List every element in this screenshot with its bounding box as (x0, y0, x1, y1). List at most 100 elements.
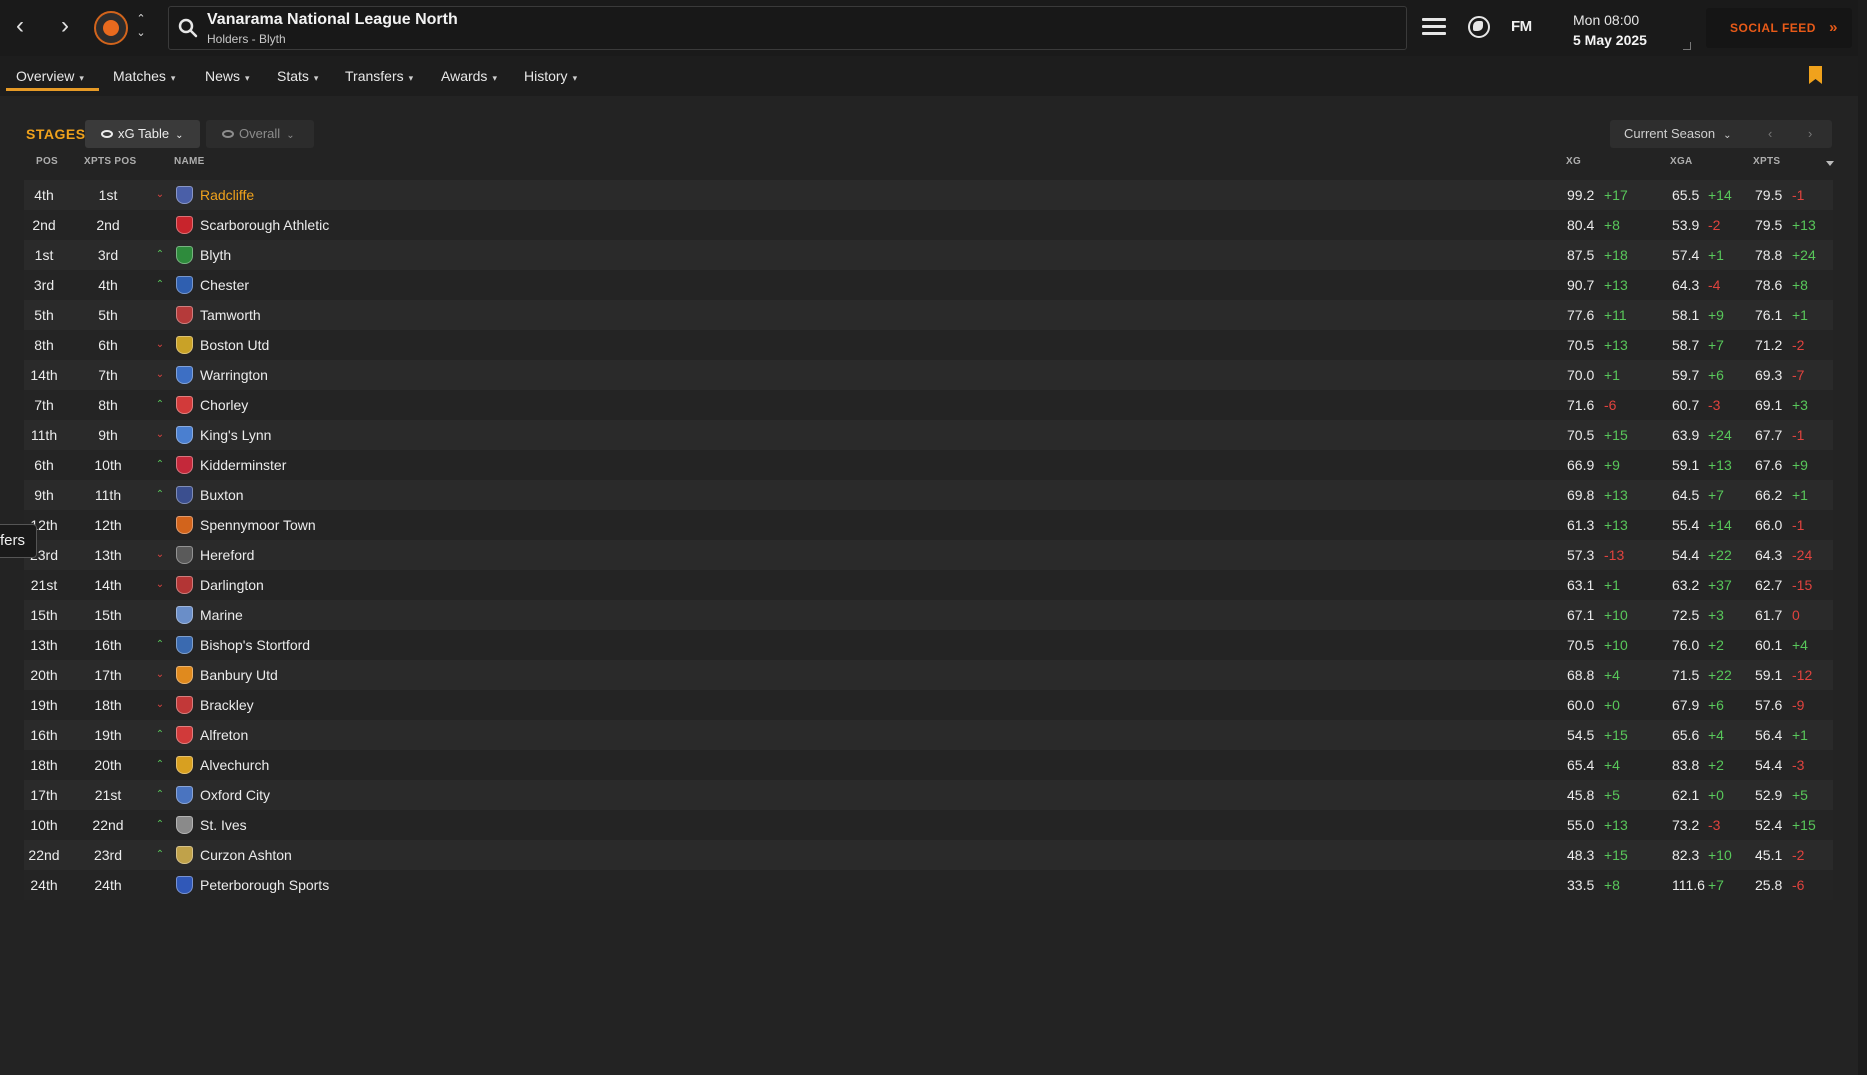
overall-dropdown[interactable]: Overall ⌄ (206, 120, 314, 148)
club-name-link[interactable]: St. Ives (200, 810, 247, 840)
tab-transfers[interactable]: Transfers ▾ (345, 68, 413, 84)
club-badge-icon[interactable] (176, 366, 193, 384)
club-badge-icon[interactable] (176, 276, 193, 294)
table-row[interactable]: 24th 24th Peterborough Sports 33.5 +8 111.6 +7… (24, 870, 1833, 900)
globe-icon[interactable] (1468, 16, 1490, 38)
column-header-xg[interactable]: XG (1566, 156, 1581, 167)
table-row[interactable]: 5th 5th Tamworth 77.6 +11 58.1 +9 76.1 +1 (24, 300, 1833, 330)
tab-awards[interactable]: Awards ▾ (441, 68, 497, 84)
club-badge-icon[interactable] (176, 786, 193, 804)
table-row[interactable]: 19th 18th ⌄ Brackley 60.0 +0 67.9 +6 57.6 -9 (24, 690, 1833, 720)
table-row[interactable]: 17th 21st ⌃ Oxford City 45.8 +5 62.1 +0 52.9 +5 (24, 780, 1833, 810)
table-row[interactable]: 10th 22nd ⌃ St. Ives 55.0 +13 73.2 -3 52.4 +15 (24, 810, 1833, 840)
club-name-link[interactable]: Curzon Ashton (200, 840, 292, 870)
table-row[interactable]: 2nd 2nd Scarborough Athletic 80.4 +8 53.9 -2 79… (24, 210, 1833, 240)
sort-caret-icon[interactable] (1826, 161, 1834, 166)
club-badge-icon[interactable] (176, 516, 193, 534)
club-badge-icon[interactable] (176, 546, 193, 564)
column-header-xpts-pos[interactable]: XPTS POS (84, 156, 136, 167)
tab-news[interactable]: News ▾ (205, 68, 250, 84)
club-badge-icon[interactable] (176, 876, 193, 894)
table-row[interactable]: 8th 6th ⌄ Boston Utd 70.5 +13 58.7 +7 71.2 -2 (24, 330, 1833, 360)
tab-history[interactable]: History ▾ (524, 68, 577, 84)
side-tooltip[interactable]: fers (0, 524, 37, 558)
club-badge-icon[interactable] (176, 486, 193, 504)
club-badge-icon[interactable] (176, 426, 193, 444)
club-name-link[interactable]: Radcliffe (200, 180, 254, 210)
club-name-link[interactable]: Hereford (200, 540, 254, 570)
table-row[interactable]: 11th 9th ⌄ King's Lynn 70.5 +15 63.9 +24 67.7 -1 (24, 420, 1833, 450)
club-badge-icon[interactable] (176, 456, 193, 474)
club-badge-icon[interactable] (176, 306, 193, 324)
club-name-link[interactable]: Brackley (200, 690, 254, 720)
club-name-link[interactable]: Bishop's Stortford (200, 630, 310, 660)
club-name-link[interactable]: Spennymoor Town (200, 510, 316, 540)
table-row[interactable]: 20th 17th ⌄ Banbury Utd 68.8 +4 71.5 +22 59.1 -12 (24, 660, 1833, 690)
club-badge-icon[interactable] (176, 396, 193, 414)
club-name-link[interactable]: Oxford City (200, 780, 270, 810)
club-badge-icon[interactable] (176, 636, 193, 654)
club-name-link[interactable]: Kidderminster (200, 450, 286, 480)
table-row[interactable]: 12th 12th Spennymoor Town 61.3 +13 55.4 +14 66.… (24, 510, 1833, 540)
club-badge-icon[interactable] (176, 726, 193, 744)
table-row[interactable]: 22nd 23rd ⌃ Curzon Ashton 48.3 +15 82.3 +10 45.1… (24, 840, 1833, 870)
table-row[interactable]: 13th 16th ⌃ Bishop's Stortford 70.5 +10 76.0 +2… (24, 630, 1833, 660)
search-bar[interactable]: Vanarama National League North Holders -… (168, 6, 1407, 50)
table-row[interactable]: 7th 8th ⌃ Chorley 71.6 -6 60.7 -3 69.1 +3 (24, 390, 1833, 420)
club-badge-icon[interactable] (176, 246, 193, 264)
club-name-link[interactable]: Warrington (200, 360, 268, 390)
table-row[interactable]: 23rd 13th ⌄ Hereford 57.3 -13 54.4 +22 64.3 -24 (24, 540, 1833, 570)
club-name-link[interactable]: Chester (200, 270, 249, 300)
table-row[interactable]: 16th 19th ⌃ Alfreton 54.5 +15 65.6 +4 56.4 +1 (24, 720, 1833, 750)
table-row[interactable]: 4th 1st ⌄ Radcliffe 99.2 +17 65.5 +14 79.5 -1 (24, 180, 1833, 210)
column-header-xga[interactable]: XGA (1670, 156, 1693, 167)
forward-icon[interactable]: › (53, 14, 77, 40)
tab-overview[interactable]: Overview ▾ (16, 68, 84, 84)
table-row[interactable]: 21st 14th ⌄ Darlington 63.1 +1 63.2 +37 62.7 -15 (24, 570, 1833, 600)
table-row[interactable]: 3rd 4th ⌃ Chester 90.7 +13 64.3 -4 78.6 +8 (24, 270, 1833, 300)
chevron-left-icon[interactable]: ‹ (1768, 120, 1772, 148)
club-name-link[interactable]: Chorley (200, 390, 248, 420)
club-badge-icon[interactable] (176, 846, 193, 864)
club-logo[interactable] (94, 11, 128, 45)
club-name-link[interactable]: Tamworth (200, 300, 261, 330)
chevron-right-icon[interactable]: › (1808, 120, 1812, 148)
club-name-link[interactable]: Darlington (200, 570, 264, 600)
social-feed-button[interactable]: SOCIAL FEED » (1706, 8, 1852, 48)
tab-matches[interactable]: Matches ▾ (113, 68, 175, 84)
table-row[interactable]: 1st 3rd ⌃ Blyth 87.5 +18 57.4 +1 78.8 +24 (24, 240, 1833, 270)
club-name-link[interactable]: Buxton (200, 480, 244, 510)
club-badge-icon[interactable] (176, 336, 193, 354)
column-header-name[interactable]: NAME (174, 156, 205, 167)
table-row[interactable]: 14th 7th ⌄ Warrington 70.0 +1 59.7 +6 69.3 -7 (24, 360, 1833, 390)
club-badge-icon[interactable] (176, 186, 193, 204)
season-selector[interactable]: Current Season ⌄ ‹ › (1610, 120, 1832, 148)
table-row[interactable]: 6th 10th ⌃ Kidderminster 66.9 +9 59.1 +13 67.6 +9 (24, 450, 1833, 480)
column-header-xpts[interactable]: XPTS (1753, 156, 1780, 167)
club-name-link[interactable]: Alvechurch (200, 750, 269, 780)
column-header-pos[interactable]: POS (36, 156, 58, 167)
date-time[interactable]: Mon 08:00 5 May 2025 (1573, 12, 1647, 48)
club-badge-icon[interactable] (176, 606, 193, 624)
table-row[interactable]: 15th 15th Marine 67.1 +10 72.5 +3 61.7 0 (24, 600, 1833, 630)
club-badge-icon[interactable] (176, 696, 193, 714)
club-name-link[interactable]: Alfreton (200, 720, 248, 750)
club-name-link[interactable]: Marine (200, 600, 243, 630)
club-badge-icon[interactable] (176, 756, 193, 774)
club-badge-icon[interactable] (176, 216, 193, 234)
club-name-link[interactable]: King's Lynn (200, 420, 271, 450)
club-name-link[interactable]: Peterborough Sports (200, 870, 329, 900)
club-badge-icon[interactable] (176, 816, 193, 834)
table-row[interactable]: 9th 11th ⌃ Buxton 69.8 +13 64.5 +7 66.2 +1 (24, 480, 1833, 510)
club-name-link[interactable]: Banbury Utd (200, 660, 278, 690)
back-icon[interactable]: ‹ (8, 14, 32, 40)
club-name-link[interactable]: Blyth (200, 240, 231, 270)
table-row[interactable]: 18th 20th ⌃ Alvechurch 65.4 +4 83.8 +2 54.4 -3 (24, 750, 1833, 780)
fm-logo[interactable]: FM (1511, 18, 1532, 35)
xg-table-dropdown[interactable]: xG Table ⌄ (85, 120, 200, 148)
club-name-link[interactable]: Scarborough Athletic (200, 210, 329, 240)
menu-icon[interactable] (1422, 18, 1446, 38)
club-name-link[interactable]: Boston Utd (200, 330, 269, 360)
club-badge-icon[interactable] (176, 666, 193, 684)
club-badge-icon[interactable] (176, 576, 193, 594)
